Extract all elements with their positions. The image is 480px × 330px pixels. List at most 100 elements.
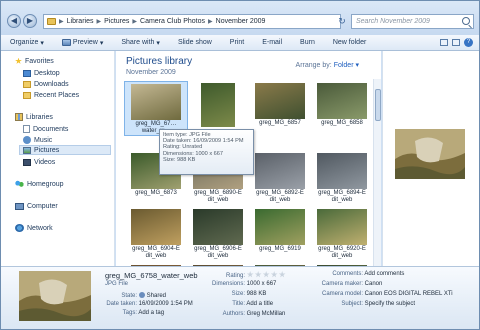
nav-music[interactable]: Music [23,135,52,145]
dimensions-value: 1000 x 667 [246,281,277,287]
burn-label: Burn [300,39,315,46]
nav-desktop[interactable]: Desktop [23,68,60,78]
organize-label: Organize [10,39,39,46]
breadcrumb-pictures[interactable]: Pictures [104,18,129,25]
forward-icon[interactable]: ▶ [23,14,37,28]
new-folder-label: New folder [332,39,367,46]
thumbnail-item[interactable]: greg_MG_6892-E dit_web [248,151,312,204]
arrange-by: Arrange by: Folder ▾ [296,61,359,69]
thumbnail-image [193,209,243,245]
nav-libraries[interactable]: Libraries [15,112,53,122]
thumbnail-item[interactable]: greg_MG_67… water_w… [124,81,188,136]
rating-stars[interactable] [246,271,287,279]
camera-model-value[interactable]: Canon EOS DIGITAL REBEL XTi [365,291,453,297]
search-icon[interactable] [462,17,470,25]
preview-image [395,129,465,179]
chevron-down-icon: ▾ [156,39,160,47]
subject-label: Subject: [341,301,363,307]
authors-field[interactable]: Greg McMillan [247,311,286,317]
vertical-scrollbar[interactable] [373,79,381,266]
star-icon[interactable] [262,271,270,278]
nav-homegroup[interactable]: Homegroup [15,179,64,189]
nav-label: Pictures [34,146,60,154]
chevron-down-icon: ▾ [99,39,104,47]
camera-maker-label: Camera maker: [321,281,363,287]
nav-favorites[interactable]: Favorites [15,56,54,66]
nav-pictures[interactable]: Pictures [19,145,111,155]
dimensions-label: Dimensions: [211,281,245,287]
thumbnail-item[interactable] [186,81,250,128]
nav-downloads[interactable]: Downloads [23,79,69,89]
thumbnail-item[interactable]: greg_MG_6894-E dit_web [310,151,374,204]
back-icon[interactable]: ◀ [7,14,21,28]
thumbnail-caption: greg_MG_6920-E dit_web [318,246,366,259]
state-label: State: [121,293,137,299]
comments-field[interactable]: Add comments [364,271,404,277]
music-icon [23,136,31,144]
thumbnail-caption: greg_MG_6919 [259,246,301,252]
arrange-by-dropdown[interactable]: Folder ▾ [334,62,359,69]
thumbnail-caption: greg_MG_6892-E dit_web [256,190,304,203]
explorer-window: ◀ ▶ ▶ Libraries ▶ Pictures ▶ Camera Club… [0,0,480,330]
date-taken-value[interactable]: 16/09/2009 1:54 PM [139,301,193,307]
title-label: Title: [232,301,245,307]
thumbnail-item[interactable]: greg_MG_6857 [248,81,312,127]
thumbnail-item[interactable]: greg_MG_6904-E dit_web [124,207,188,260]
title-field[interactable]: Add a title [246,301,273,307]
chevron-right-icon[interactable]: ▶ [132,18,137,25]
burn-button[interactable]: Burn [291,35,324,51]
nav-documents[interactable]: Documents [23,124,68,134]
slide-show-button[interactable]: Slide show [169,35,221,51]
breadcrumb-libraries[interactable]: Libraries [67,18,94,25]
view-options-icon[interactable] [440,39,448,46]
preview-button[interactable]: Preview ▾ [53,35,112,51]
address-row: ◀ ▶ ▶ Libraries ▶ Pictures ▶ Camera Club… [1,1,479,35]
nav-videos[interactable]: Videos [23,157,55,167]
thumbnail-image [317,153,367,189]
breadcrumb-camera-club-photos[interactable]: Camera Club Photos [140,18,205,25]
thumbnail-item[interactable]: greg_MG_6920-E dit_web [310,207,374,260]
details-pane: greg_MG_6758_water_web JPG File State: S… [1,266,479,329]
star-icon[interactable] [246,271,254,278]
subject-field[interactable]: Specify the subject [365,301,415,307]
thumbnail-item[interactable]: greg_MG_6919 [248,207,312,253]
help-icon[interactable]: ? [464,38,473,47]
details-filename: greg_MG_6758_water_web [105,271,198,280]
address-bar[interactable]: ▶ Libraries ▶ Pictures ▶ Camera Club Pho… [43,14,341,29]
email-button[interactable]: E-mail [253,35,291,51]
camera-model-label: Camera model: [321,291,363,297]
breadcrumb-november-2009[interactable]: November 2009 [216,18,266,25]
star-icon[interactable] [278,271,286,278]
scrollbar-thumb[interactable] [375,89,381,121]
details-filetype: JPG File [105,281,129,287]
nav-label: Libraries [26,113,53,121]
share-with-button[interactable]: Share with ▾ [112,35,169,51]
recent-places-icon [23,91,31,99]
star-icon[interactable] [254,271,262,278]
new-folder-button[interactable]: New folder [324,35,375,51]
nav-label: Music [34,136,53,144]
nav-recent-places[interactable]: Recent Places [23,90,79,100]
star-icon[interactable] [270,271,278,278]
print-button[interactable]: Print [221,35,253,51]
nav-network[interactable]: Network [15,223,53,233]
thumbnail-image [131,209,181,245]
chevron-right-icon[interactable]: ▶ [59,18,64,25]
preview-pane-icon[interactable] [452,39,460,46]
thumbnail-image [201,83,235,127]
nav-label: Recent Places [34,91,80,99]
refresh-icon[interactable]: ↻ [335,14,349,29]
videos-icon [23,158,31,166]
organize-button[interactable]: Organize ▾ [1,35,53,51]
libraries-icon [15,113,23,121]
nav-computer[interactable]: Computer [15,201,58,211]
nav-label: Downloads [34,80,69,88]
search-input[interactable]: Search November 2009 [351,14,474,29]
nav-label: Computer [27,202,58,210]
thumbnail-item[interactable]: greg_MG_6858 [310,81,374,127]
tags-field[interactable]: Add a tag [138,310,164,316]
camera-maker-value[interactable]: Canon [365,281,383,287]
thumbnail-item[interactable]: greg_MG_6906-E dit_web [186,207,250,260]
chevron-right-icon[interactable]: ▶ [96,18,101,25]
chevron-right-icon[interactable]: ▶ [208,18,213,25]
